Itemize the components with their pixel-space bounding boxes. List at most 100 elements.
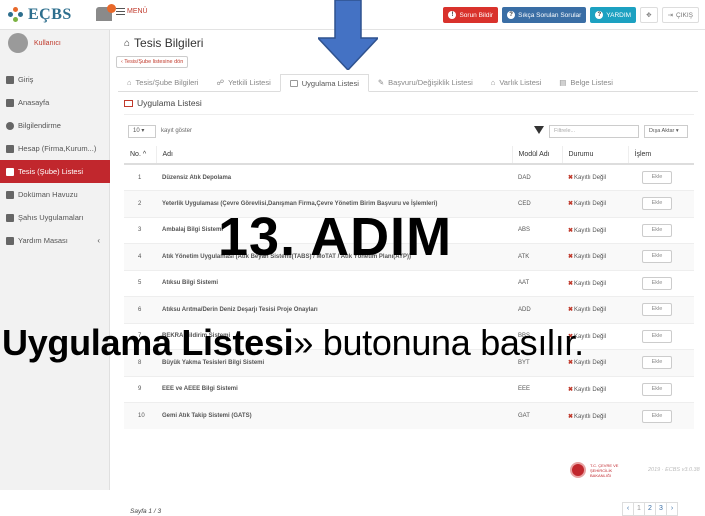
sidebar-item-label: Anasayfa: [18, 98, 50, 107]
add-button[interactable]: Ekle: [642, 329, 672, 343]
x-icon: ✖: [568, 254, 574, 261]
row-name: Gemi Atık Takip Sistemi (GATS): [156, 402, 512, 429]
sidebar-item-bilgilendirme[interactable]: Bilgilendirme: [0, 114, 110, 137]
col-label: Adı: [162, 151, 174, 158]
help-icon: ?: [595, 11, 604, 19]
add-button[interactable]: Ekle: [642, 250, 672, 264]
report-problem-button[interactable]: ! Sorun Bildir: [443, 7, 499, 23]
tab-tesis-bilgileri[interactable]: ⌂ Tesis/Şube Bilgileri: [118, 74, 207, 91]
logout-button[interactable]: ⇥ ÇIKIŞ: [661, 7, 699, 23]
sidebar-item-anasayfa[interactable]: Anasayfa: [0, 91, 110, 114]
sidebar-item-label: Giriş: [18, 75, 34, 84]
tab-basvuru-listesi[interactable]: ✎ Başvuru/Değişiklik Listesi: [369, 74, 482, 91]
col-label: Durumu: [568, 151, 594, 158]
status-label: Kayıtlı Değil: [574, 201, 607, 208]
down-arrow-icon: [318, 0, 378, 70]
step-instruction: Uygulama Listesi» butonuna basılır.: [2, 322, 584, 364]
sidebar-item-label: Hesap (Firma,Kurum...): [18, 144, 97, 153]
sidebar-item-yardim-masasi[interactable]: Yardım Masası ‹: [0, 229, 110, 252]
add-button[interactable]: Ekle: [642, 382, 672, 396]
sidebar-item-sahis-uygulamalari[interactable]: Şahıs Uygulamaları: [0, 206, 110, 229]
row-name: Atıksu Arıtma/Derin Deniz Deşarjı Tesisi…: [156, 296, 512, 323]
row-status: ✖Kayıtlı Değil: [562, 243, 628, 270]
col-label: İşlem: [634, 151, 652, 158]
home-icon: ⌂: [127, 78, 132, 87]
step-title: 13. ADIM: [218, 207, 453, 267]
col-label: No.: [130, 151, 141, 158]
move-icon: ✥: [646, 12, 652, 19]
sidebar-item-giris[interactable]: Giriş: [0, 68, 110, 91]
filter-input[interactable]: Filtrele...: [549, 125, 639, 138]
add-button[interactable]: Ekle: [642, 276, 672, 290]
copyright: 2019 · ECBS v3.0.38: [648, 467, 700, 473]
add-button[interactable]: Ekle: [642, 223, 672, 237]
row-action: Ekle: [628, 163, 694, 191]
col-module[interactable]: Modül Adı: [511, 146, 562, 165]
chevron-left-icon: ‹: [97, 236, 100, 245]
status-label: Kayıtlı Değil: [574, 175, 607, 181]
tab-uygulama-listesi[interactable]: Uygulama Listesi: [279, 74, 369, 92]
row-action: Ekle: [628, 375, 694, 403]
tab-belge-listesi[interactable]: ▤ Belge Listesi: [550, 74, 622, 91]
table-row: 5 Atıksu Bilgi Sistemi AAT ✖Kayıtlı Değil Ek…: [124, 269, 694, 297]
row-status: ✖Kayıtlı Değil: [562, 269, 628, 297]
col-status[interactable]: Durumu: [561, 146, 628, 165]
status-label: Kayıtlı Değil: [574, 413, 607, 420]
row-no: 5: [124, 269, 156, 297]
expand-button[interactable]: ✥: [640, 7, 658, 23]
row-module: GAT: [512, 402, 562, 429]
logo[interactable]: EÇBS: [8, 6, 72, 24]
col-name[interactable]: Adı: [155, 146, 512, 165]
add-button[interactable]: Ekle: [642, 409, 672, 423]
notification-badge[interactable]: [107, 4, 116, 13]
page-size-label: kayıt göster: [161, 128, 193, 134]
add-button[interactable]: Ekle: [642, 171, 672, 184]
users-icon: [6, 213, 14, 222]
building-icon: [6, 144, 14, 153]
x-icon: ✖: [568, 201, 574, 208]
help-button[interactable]: ? YARDIM: [590, 7, 637, 23]
sidebar-item-label: Bilgilendirme: [18, 121, 61, 130]
page-title-text: Tesis Bilgileri: [134, 36, 204, 50]
factory-icon: [6, 167, 14, 176]
panel-title-text: Uygulama Listesi: [137, 98, 202, 108]
sidebar-item-tesis-listesi[interactable]: Tesis (Şube) Listesi: [0, 160, 110, 183]
logo-mark-icon: [8, 7, 24, 23]
table-row: 9 EEE ve AEEE Bilgi Sistemi EEE ✖Kayıtlı De…: [124, 375, 694, 403]
sidebar-item-dokuman-havuzu[interactable]: Doküman Havuzu: [0, 183, 110, 206]
row-no: 1: [124, 163, 156, 191]
ministry-seal-icon: [570, 462, 586, 478]
monitor-icon: [124, 99, 133, 107]
add-button[interactable]: Ekle: [642, 356, 672, 370]
page-link[interactable]: ›: [666, 502, 678, 516]
row-no: 2: [124, 190, 156, 217]
back-to-list-link[interactable]: ‹ Tesis/Şube listesine dön: [116, 56, 189, 68]
row-name: Düzensiz Atık Depolama: [156, 163, 512, 191]
row-module: DAD: [512, 163, 562, 191]
row-no: 4: [124, 243, 156, 270]
row-module: ADD: [512, 296, 562, 323]
add-button[interactable]: Ekle: [642, 197, 672, 211]
tab-yetkili-listesi[interactable]: ☍ Yetkili Listesi: [207, 74, 279, 91]
report-problem-label: Sorun Bildir: [459, 11, 494, 19]
row-module: ABS: [512, 216, 562, 244]
menu-label: MENÜ: [127, 8, 148, 15]
sidebar-item-label: Şahıs Uygulamaları: [18, 213, 84, 222]
export-dropdown[interactable]: Dışa Aktar ▾: [644, 125, 688, 138]
tab-label: Uygulama Listesi: [301, 78, 359, 88]
help-label: YARDIM: [606, 11, 632, 19]
row-status: ✖Kayıtlı Değil: [562, 296, 628, 323]
envelope-icon: [6, 236, 14, 245]
row-action: Ekle: [628, 402, 694, 429]
filter-placeholder: Filtrele...: [554, 128, 576, 134]
tab-varlik-listesi[interactable]: ⌂ Varlık Listesi: [482, 74, 551, 91]
edit-icon: ✎: [377, 78, 385, 87]
row-status: ✖Kayıtlı Değil: [562, 190, 628, 217]
page-size-select[interactable]: 10 ▾: [128, 125, 156, 138]
faq-button[interactable]: ? Sıkça Sorulan Sorular: [502, 7, 587, 23]
sidebar-item-hesap[interactable]: Hesap (Firma,Kurum...): [0, 137, 110, 160]
add-button[interactable]: Ekle: [642, 303, 672, 317]
col-no[interactable]: No. ^: [124, 146, 156, 165]
menu-button[interactable]: MENÜ: [116, 8, 148, 15]
document-icon: ▤: [559, 78, 567, 87]
